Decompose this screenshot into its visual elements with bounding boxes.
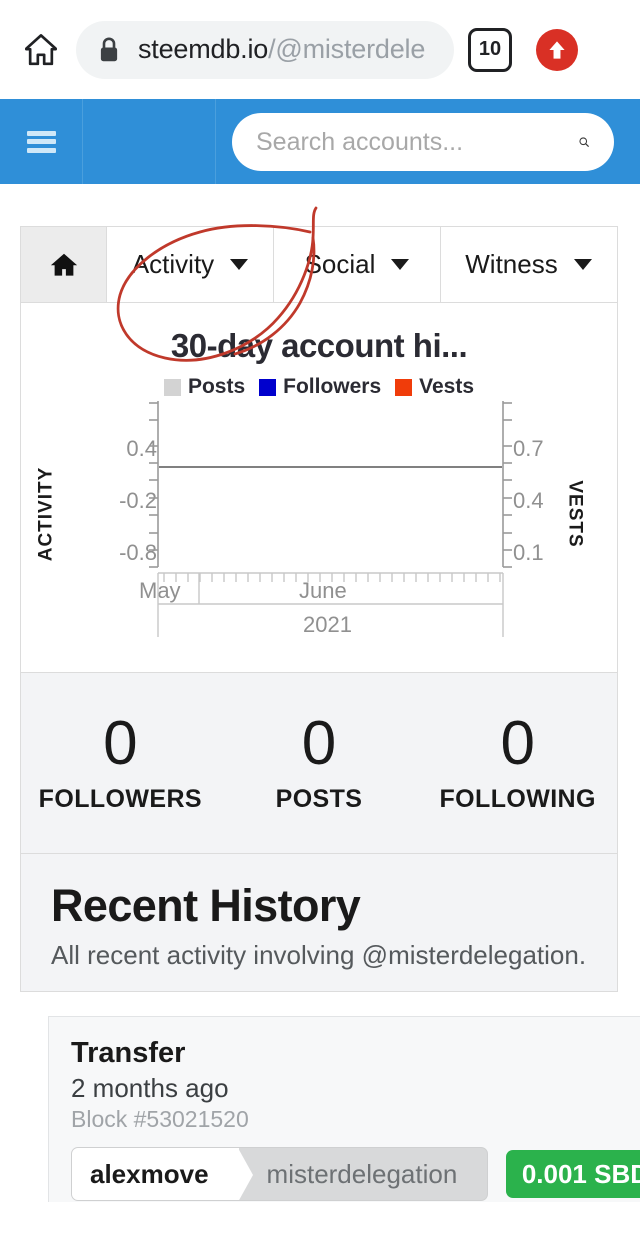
- account-nav-tabs: Activity Social Witness: [21, 227, 617, 303]
- tab-counter-button[interactable]: 10: [468, 27, 512, 72]
- hamburger-menu-icon: [26, 130, 56, 153]
- legend-swatch-vests: [395, 378, 413, 396]
- legend-swatch-followers: [259, 378, 277, 396]
- url-text: steemdb.io/@misterdele: [138, 34, 425, 65]
- legend-label-followers: Followers: [283, 375, 382, 398]
- upload-button[interactable]: [536, 28, 578, 71]
- legend-swatch-posts: [163, 378, 181, 396]
- tab-activity[interactable]: Activity: [107, 227, 274, 302]
- browser-toolbar: steemdb.io/@misterdele 10: [0, 0, 640, 99]
- legend-label-posts: Posts: [187, 375, 246, 398]
- header-spacer: [83, 99, 216, 184]
- menu-button[interactable]: [0, 99, 83, 184]
- lock-icon: [100, 37, 118, 61]
- legend-item-posts: Posts: [163, 375, 246, 399]
- stat-posts-label: POSTS: [275, 784, 363, 813]
- tab-home[interactable]: [21, 227, 107, 302]
- account-panel: Activity Social Witness 30-day account h…: [20, 226, 618, 992]
- chart-legend: Posts Followers Vests: [21, 375, 617, 399]
- tab-social-label: Social: [304, 249, 376, 279]
- search-box[interactable]: [232, 113, 614, 171]
- chart-plot-area: ACTIVITY VESTS 0.4 -0.2 -0.8 0.7 0.4 0.1…: [21, 399, 617, 639]
- stat-following-label: FOLLOWING: [439, 784, 596, 813]
- stat-posts-value: 0: [301, 708, 337, 778]
- stat-followers-value: 0: [103, 708, 138, 778]
- operation-detail-row: alexmove misterdelegation 0.001 SBD: [71, 1147, 640, 1201]
- transfer-from-label: alexmove: [90, 1158, 209, 1189]
- url-bar[interactable]: steemdb.io/@misterdele: [76, 20, 454, 79]
- search-icon[interactable]: [578, 125, 590, 159]
- recent-history-section: Recent History All recent activity invol…: [21, 854, 617, 991]
- url-path: /@misterdele: [268, 34, 426, 64]
- transfer-to-label: misterdelegation: [266, 1158, 458, 1189]
- account-history-chart: 30-day account hi... Posts Followers Ves…: [21, 303, 617, 673]
- transfer-accounts: alexmove misterdelegation: [71, 1147, 488, 1201]
- tab-witness[interactable]: Witness: [441, 227, 616, 302]
- legend-item-vests: Vests: [395, 375, 474, 399]
- tab-witness-label: Witness: [465, 249, 558, 279]
- transfer-from-account[interactable]: alexmove: [72, 1148, 253, 1200]
- tab-activity-label: Activity: [131, 249, 215, 279]
- site-header: [0, 99, 640, 184]
- operation-block: Block #53021520: [71, 1106, 249, 1132]
- home-icon: [50, 253, 77, 276]
- legend-item-followers: Followers: [259, 375, 381, 399]
- tab-social[interactable]: Social: [274, 227, 441, 302]
- transfer-amount-label: 0.001 SBD: [521, 1159, 640, 1189]
- page-subtitle: All recent activity involving @misterdel…: [51, 940, 587, 970]
- tab-counter-label: 10: [478, 38, 502, 60]
- operation-time: 2 months ago: [71, 1073, 229, 1103]
- chevron-down-icon: [230, 259, 249, 270]
- account-stats: 0 FOLLOWERS 0 POSTS 0 FOLLOWING: [21, 673, 617, 854]
- page-content: Activity Social Witness 30-day account h…: [0, 184, 640, 1202]
- transfer-to-account[interactable]: misterdelegation: [239, 1148, 487, 1200]
- search-input[interactable]: [256, 127, 578, 157]
- operation-card[interactable]: Transfer 2 months ago Block #53021520 al…: [48, 1016, 640, 1202]
- chevron-down-icon: [573, 259, 592, 270]
- upload-arrow-icon: [549, 40, 565, 59]
- chart-axes: [149, 401, 512, 637]
- home-button[interactable]: [14, 23, 68, 77]
- page-title: Recent History: [51, 880, 361, 931]
- operation-type: Transfer: [71, 1037, 186, 1069]
- stat-posts: 0 POSTS: [220, 708, 419, 814]
- stat-following-value: 0: [500, 708, 535, 778]
- stat-following: 0 FOLLOWING: [418, 708, 617, 814]
- home-icon: [25, 33, 58, 65]
- transfer-amount-badge: 0.001 SBD: [505, 1150, 640, 1198]
- url-host: steemdb.io: [138, 34, 269, 64]
- stat-followers: 0 FOLLOWERS: [21, 708, 220, 814]
- stat-followers-label: FOLLOWERS: [38, 784, 202, 813]
- chart-title: 30-day account hi...: [170, 327, 468, 364]
- legend-label-vests: Vests: [419, 375, 475, 398]
- chevron-down-icon: [391, 259, 410, 270]
